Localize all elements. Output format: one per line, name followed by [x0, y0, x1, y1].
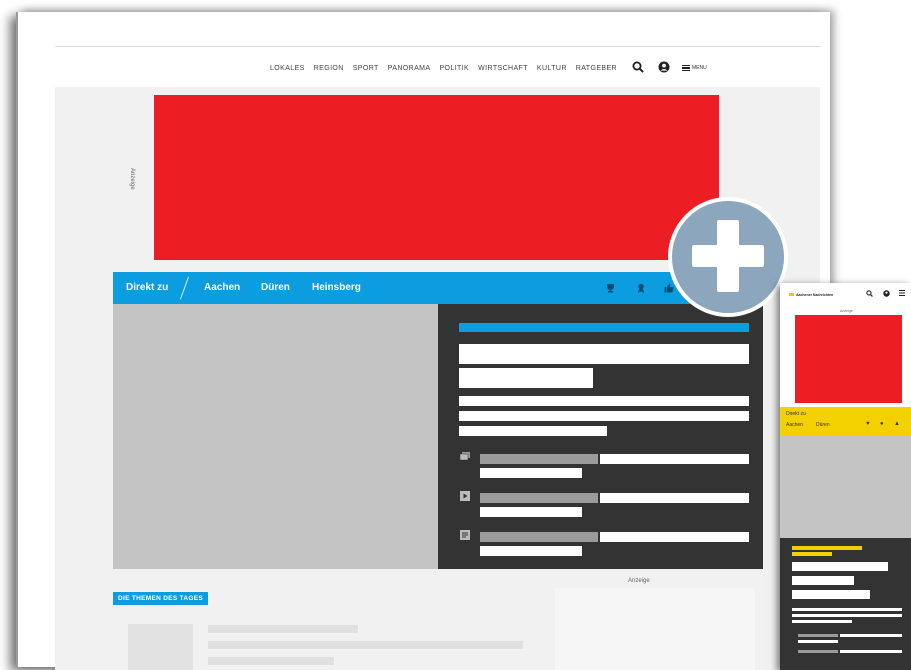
city-link-aachen[interactable]: Aachen [204, 282, 240, 293]
article-icon [460, 530, 470, 542]
mobile-ad-label: Anzeige [840, 309, 853, 313]
mobile-category-bar [792, 552, 832, 556]
ad-label: Anzeige [129, 168, 135, 190]
search-icon[interactable] [632, 61, 644, 76]
mobile-related-link[interactable] [798, 640, 838, 643]
related-link-bar[interactable] [480, 468, 582, 478]
city-link-heinsberg[interactable]: Heinsberg [312, 282, 361, 293]
mobile-ad-banner[interactable] [795, 315, 902, 403]
nav-item-lokales[interactable]: LOKALES [270, 65, 305, 72]
video-play-icon [460, 491, 470, 503]
sidebar-ad-box[interactable] [555, 588, 755, 670]
nav-item-ratgeber[interactable]: RATGEBER [576, 65, 617, 72]
menu-label: MENU [691, 65, 707, 71]
award-icon[interactable] [637, 283, 645, 295]
mobile-teaser-line [792, 620, 852, 623]
related-link-bar[interactable] [600, 532, 749, 542]
mobile-related-link[interactable] [798, 650, 838, 653]
related-link-bar[interactable] [600, 454, 749, 464]
article-text-line [208, 657, 334, 665]
user-account-icon[interactable] [658, 61, 670, 76]
mobile-headline-line[interactable] [792, 562, 888, 571]
gallery-icon [459, 452, 470, 463]
teaser-text-line [459, 426, 607, 436]
headline-line[interactable] [459, 368, 593, 388]
article-text-line [208, 641, 523, 649]
nav-item-politik[interactable]: POLITIK [439, 65, 469, 72]
mobile-teaser-panel [780, 538, 911, 670]
mobile-related-link[interactable] [798, 634, 838, 637]
mobile-city-link-aachen[interactable]: Aachen [786, 422, 803, 428]
headline-line[interactable] [459, 344, 749, 364]
article-thumbnail[interactable] [128, 624, 193, 670]
trophy-icon[interactable] [606, 283, 615, 295]
related-link-bar[interactable] [480, 546, 582, 556]
plus-icon-bar [692, 245, 764, 267]
hero-teaser-panel [438, 304, 763, 569]
mobile-award-icon[interactable]: ● [880, 421, 884, 427]
category-bar [459, 323, 749, 332]
menu-button[interactable]: MENU [681, 65, 707, 71]
mobile-headline-line[interactable] [792, 576, 854, 585]
header-divider [55, 46, 820, 47]
mobile-teaser-line [792, 608, 902, 611]
mobile-hero-image[interactable] [780, 435, 911, 538]
mobile-user-icon[interactable] [883, 290, 890, 299]
related-link-bar[interactable] [480, 493, 598, 503]
related-link-bar[interactable] [480, 507, 582, 517]
teaser-text-line [459, 396, 749, 406]
mobile-search-icon[interactable] [866, 290, 873, 299]
city-link-dueren[interactable]: Düren [261, 282, 290, 293]
logo: Aachener Nachrichten [789, 293, 833, 297]
thumbs-up-icon[interactable] [664, 283, 674, 295]
hero-image-placeholder[interactable] [113, 304, 438, 569]
mobile-related-link[interactable] [840, 650, 902, 653]
related-link-bar[interactable] [600, 493, 749, 503]
quicklinks-label: Direkt zu [126, 282, 169, 293]
nav-item-kultur[interactable]: KULTUR [537, 65, 567, 72]
mobile-menu-icon[interactable] [899, 290, 905, 298]
mobile-trophy-icon[interactable]: ♥ [866, 421, 870, 427]
section-title-badge: DIE THEMEN DES TAGES [113, 592, 208, 605]
mobile-headline-line[interactable] [792, 590, 870, 599]
nav-item-sport[interactable]: SPORT [353, 65, 379, 72]
teaser-text-line [459, 411, 749, 421]
mobile-related-link[interactable] [840, 634, 902, 637]
hamburger-icon [681, 65, 690, 71]
mobile-quicklinks-label: Direkt zu [786, 411, 806, 417]
article-title-line[interactable] [208, 625, 358, 633]
nav-item-panorama[interactable]: PANORAMA [388, 65, 431, 72]
sidebar-ad-label: Anzeige [628, 578, 650, 584]
related-link-bar[interactable] [480, 532, 598, 542]
mobile-preview: Aachener Nachrichten Anzeige Direkt zu A… [780, 283, 911, 670]
nav-item-wirtschaft[interactable]: WIRTSCHAFT [478, 65, 528, 72]
nav-item-region[interactable]: REGION [314, 65, 344, 72]
main-nav: LOKALES REGION SPORT PANORAMA POLITIK WI… [270, 58, 707, 78]
mobile-teaser-line [792, 614, 902, 617]
related-link-bar[interactable] [480, 454, 598, 464]
mobile-thumbs-up-icon[interactable]: ▲ [894, 421, 900, 427]
mobile-city-link-dueren[interactable]: Düren [816, 422, 830, 428]
ad-banner[interactable] [154, 95, 719, 260]
mobile-category-bar [792, 546, 862, 550]
